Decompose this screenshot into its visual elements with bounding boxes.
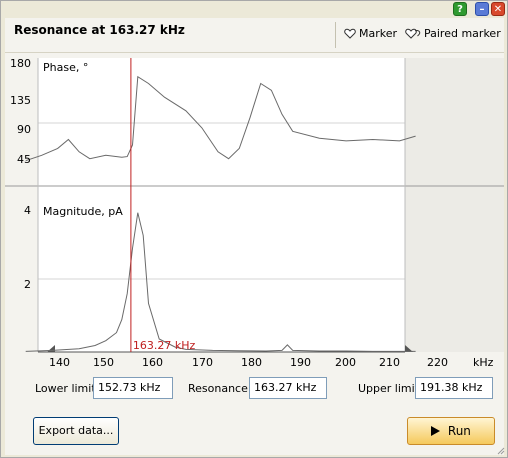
play-icon bbox=[431, 426, 441, 436]
resonance-field[interactable]: 163.27 kHz bbox=[249, 377, 327, 399]
paired-heart-icon bbox=[405, 28, 421, 39]
resonance-label: Resonance: bbox=[188, 382, 252, 395]
x-tick-190: 190 bbox=[290, 356, 311, 369]
lower-limit-field[interactable]: 152.73 kHz bbox=[93, 377, 173, 399]
help-button[interactable]: ? bbox=[453, 2, 467, 16]
plot-area: 163.27 kHz Phase, ° Magnitude, pA 180 13… bbox=[5, 53, 504, 373]
paired-marker-button[interactable]: Paired marker bbox=[405, 27, 501, 40]
x-tick-200: 200 bbox=[335, 356, 356, 369]
run-button[interactable]: Run bbox=[407, 417, 495, 445]
close-button[interactable]: ✕ bbox=[491, 2, 505, 16]
header-separator bbox=[335, 22, 336, 48]
export-data-button[interactable]: Export data... bbox=[33, 417, 119, 445]
lower-limit-label: Lower limit: bbox=[35, 382, 100, 395]
upper-limit-label: Upper limit: bbox=[358, 382, 423, 395]
x-tick-210: 210 bbox=[379, 356, 400, 369]
phase-tick-45: 45 bbox=[17, 153, 31, 166]
phase-tick-90: 90 bbox=[17, 123, 31, 136]
x-tick-140: 140 bbox=[49, 356, 70, 369]
marker-button[interactable]: Marker bbox=[344, 27, 397, 40]
x-axis-unit: kHz bbox=[473, 356, 494, 369]
title-bar: ? – ✕ bbox=[1, 1, 507, 18]
run-label: Run bbox=[447, 424, 471, 438]
controls-panel: Lower limit: 152.73 kHz Resonance: 163.2… bbox=[5, 373, 504, 455]
marker-label: Marker bbox=[359, 27, 398, 40]
marker-readout: 163.27 kHz bbox=[133, 339, 196, 352]
paired-marker-label: Paired marker bbox=[424, 27, 501, 40]
x-tick-170: 170 bbox=[192, 356, 213, 369]
x-tick-160: 160 bbox=[142, 356, 163, 369]
magnitude-tick-2: 2 bbox=[24, 278, 31, 291]
minimize-button[interactable]: – bbox=[475, 2, 489, 16]
upper-limit-field[interactable]: 191.38 kHz bbox=[415, 377, 493, 399]
x-tick-220: 220 bbox=[427, 356, 448, 369]
resonance-window: ? – ✕ Resonance at 163.27 kHz Marker Pai… bbox=[0, 0, 508, 458]
phase-tick-180: 180 bbox=[10, 57, 31, 70]
resize-grip-icon[interactable] bbox=[495, 445, 505, 455]
export-data-label: Export data... bbox=[38, 424, 114, 437]
heart-outline-icon bbox=[344, 28, 356, 39]
phase-title: Phase, ° bbox=[43, 61, 88, 74]
phase-tick-135: 135 bbox=[10, 94, 31, 107]
panel-header: Resonance at 163.27 kHz Marker Paired ma… bbox=[5, 18, 504, 53]
x-tick-150: 150 bbox=[93, 356, 114, 369]
panel-title: Resonance at 163.27 kHz bbox=[14, 23, 185, 37]
x-tick-180: 180 bbox=[241, 356, 262, 369]
magnitude-title: Magnitude, pA bbox=[43, 205, 123, 218]
resonance-chart[interactable]: 163.27 kHz Phase, ° Magnitude, pA bbox=[5, 53, 504, 373]
out-of-range-region bbox=[405, 58, 504, 352]
magnitude-tick-4: 4 bbox=[24, 204, 31, 217]
